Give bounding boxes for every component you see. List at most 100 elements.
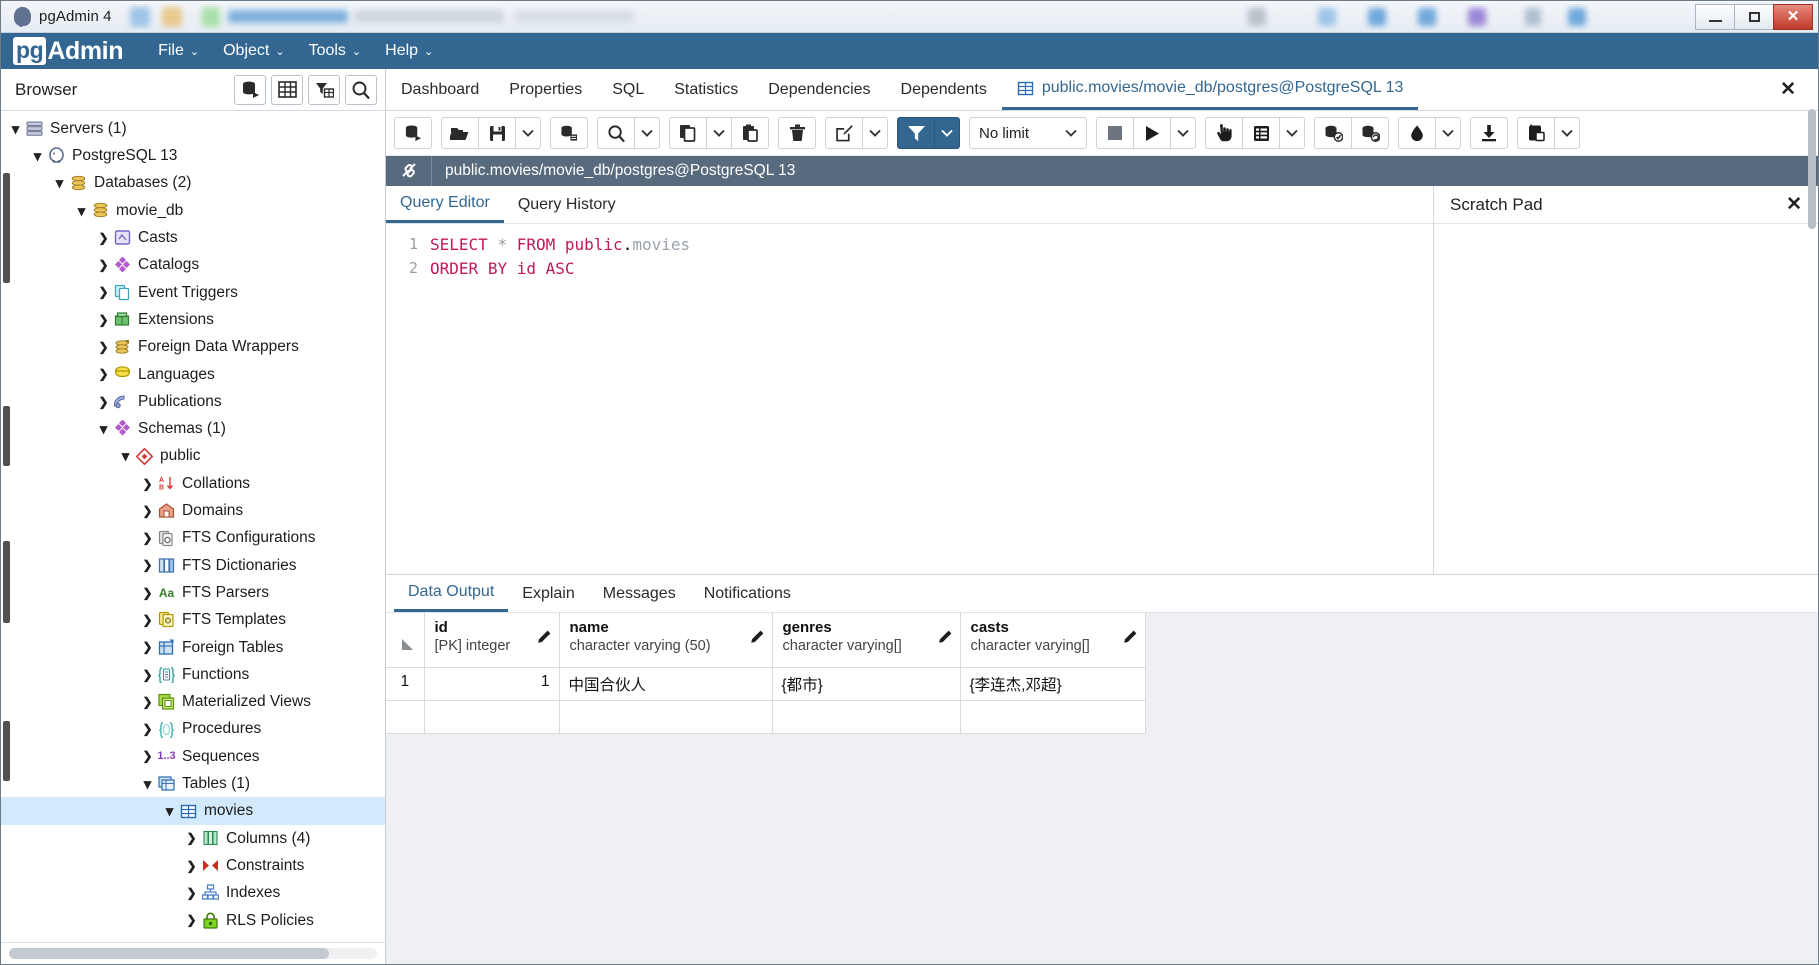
chevron-right-icon[interactable] [95, 258, 112, 272]
menu-file[interactable]: File ⌄ [149, 38, 208, 64]
menu-tools[interactable]: Tools ⌄ [300, 38, 371, 64]
tree-node-domains[interactable]: Domains [1, 497, 385, 524]
chevron-right-icon[interactable] [183, 859, 200, 873]
close-button[interactable]: ✕ [1773, 3, 1813, 30]
chevron-right-icon[interactable] [95, 285, 112, 299]
data-grid-wrapper[interactable]: id [PK] integer name character varying (50)… [386, 613, 1818, 964]
table-row-empty[interactable] [386, 700, 1146, 734]
chevron-right-icon[interactable] [139, 504, 156, 518]
clear-button[interactable] [1398, 117, 1436, 149]
tree-node-fts-templates[interactable]: FTS Templates [1, 606, 385, 633]
tree-node-catalogs[interactable]: Catalogs [1, 251, 385, 278]
chevron-right-icon[interactable] [95, 395, 112, 409]
chevron-right-icon[interactable] [139, 722, 156, 736]
main-vertical-scrollbar[interactable] [1807, 109, 1817, 962]
tree-node-fts-parsers[interactable]: Aa FTS Parsers [1, 579, 385, 606]
tab-public-movies-movie-db-postgres-postgres[interactable]: public.movies/movie_db/postgres@PostgreS… [1001, 69, 1419, 110]
execute-query-button[interactable] [1133, 117, 1171, 149]
tree-node-casts[interactable]: Casts [1, 224, 385, 251]
column-header-name[interactable]: name character varying (50) [559, 613, 773, 668]
chevron-right-icon[interactable] [139, 586, 156, 600]
chevron-right-icon[interactable] [95, 367, 112, 381]
close-tab-button[interactable]: ✕ [1758, 69, 1818, 110]
chevron-right-icon[interactable] [139, 749, 156, 763]
cell-empty-name[interactable] [559, 700, 773, 734]
tree-node-movies[interactable]: movies [1, 797, 385, 825]
tab-statistics[interactable]: Statistics [659, 69, 753, 110]
search-objects-button[interactable] [345, 74, 377, 105]
pencil-icon[interactable] [536, 630, 551, 645]
chevron-down-icon[interactable] [29, 147, 46, 165]
tree-node-postgresql-13[interactable]: PostgreSQL 13 [1, 142, 385, 169]
column-header-casts[interactable]: casts character varying[] [960, 613, 1146, 668]
macros-menu-button[interactable] [1554, 117, 1580, 149]
chevron-right-icon[interactable] [95, 340, 112, 354]
results-tab-data-output[interactable]: Data Output [394, 575, 509, 612]
tree-node-schemas-1[interactable]: Schemas (1) [1, 415, 385, 442]
editor-tab-query-editor[interactable]: Query Editor [386, 186, 504, 223]
object-explorer-button[interactable] [234, 74, 266, 105]
tree-node-extensions[interactable]: Extensions [1, 306, 385, 333]
results-tab-explain[interactable]: Explain [508, 575, 588, 612]
explain-button[interactable] [1205, 117, 1243, 149]
commit-button[interactable] [1314, 117, 1352, 149]
chevron-right-icon[interactable] [139, 695, 156, 709]
save-file-button[interactable] [478, 117, 516, 149]
tree-node-event-triggers[interactable]: Event Triggers [1, 279, 385, 306]
edit-menu-caret-button[interactable] [862, 117, 888, 149]
cell-name[interactable]: 中国合伙人 [559, 667, 773, 701]
edit-data-button[interactable] [550, 117, 588, 149]
tab-dependents[interactable]: Dependents [886, 69, 1002, 110]
scratch-pad-body[interactable] [1434, 224, 1818, 574]
row-limit-select[interactable]: No limit [969, 117, 1087, 149]
tree-node-databases-2[interactable]: Databases (2) [1, 170, 385, 197]
explain-options-button[interactable] [1279, 117, 1305, 149]
chevron-right-icon[interactable] [139, 613, 156, 627]
tree-node-procedures[interactable]: Procedures [1, 716, 385, 743]
tree-node-fts-dictionaries[interactable]: FTS Dictionaries [1, 552, 385, 579]
cell-genres[interactable]: {都市} [772, 667, 961, 701]
cell-empty-id[interactable] [424, 700, 560, 734]
tab-sql[interactable]: SQL [597, 69, 659, 110]
menu-object[interactable]: Object ⌄ [214, 38, 293, 64]
tree-node-publications[interactable]: Publications [1, 388, 385, 415]
tree-vertical-scrollbar[interactable] [2, 111, 11, 942]
chevron-down-icon[interactable] [161, 802, 178, 820]
filter-button[interactable] [897, 117, 935, 149]
filtered-rows-button[interactable] [308, 74, 340, 105]
table-row[interactable]: 1 1 中国合伙人 {都市} {李连杰,邓超} [386, 667, 1146, 701]
filter-menu-button[interactable] [934, 117, 960, 149]
pencil-icon[interactable] [1122, 630, 1137, 645]
clear-menu-button[interactable] [1435, 117, 1461, 149]
cell-id[interactable]: 1 [424, 667, 560, 701]
tree-node-sequences[interactable]: 1..3 Sequences [1, 743, 385, 770]
object-tree[interactable]: Servers (1) PostgreSQL 13 Databases (2) mov… [1, 111, 385, 942]
chevron-right-icon[interactable] [139, 668, 156, 682]
pencil-icon[interactable] [749, 630, 764, 645]
maximize-button[interactable] [1734, 3, 1774, 30]
tree-node-languages[interactable]: Languages [1, 361, 385, 388]
chevron-right-icon[interactable] [139, 531, 156, 545]
tab-properties[interactable]: Properties [494, 69, 597, 110]
execute-menu-button[interactable] [1170, 117, 1196, 149]
close-icon[interactable]: ✕ [1786, 193, 1802, 216]
chevron-down-icon[interactable] [95, 420, 112, 438]
find-menu-button[interactable] [634, 117, 660, 149]
tree-node-fts-configurations[interactable]: FTS Configurations [1, 524, 385, 551]
save-file-menu-button[interactable] [515, 117, 541, 149]
tree-node-rls-policies[interactable]: RLS Policies [1, 907, 385, 934]
column-header-genres[interactable]: genres character varying[] [772, 613, 961, 668]
tree-node-functions[interactable]: Functions [1, 661, 385, 688]
chevron-down-icon[interactable] [139, 775, 156, 793]
chevron-down-icon[interactable] [73, 202, 90, 220]
tree-node-public[interactable]: public [1, 443, 385, 470]
tree-node-tables-1[interactable]: Tables (1) [1, 770, 385, 797]
tree-node-foreign-data-wrappers[interactable]: Foreign Data Wrappers [1, 333, 385, 360]
grid-view-button[interactable] [271, 74, 303, 105]
chevron-right-icon[interactable] [95, 231, 112, 245]
chevron-right-icon[interactable] [183, 831, 200, 845]
chevron-right-icon[interactable] [139, 558, 156, 572]
find-button[interactable] [597, 117, 635, 149]
stop-query-button[interactable] [1096, 117, 1134, 149]
tree-node-constraints[interactable]: Constraints [1, 852, 385, 879]
